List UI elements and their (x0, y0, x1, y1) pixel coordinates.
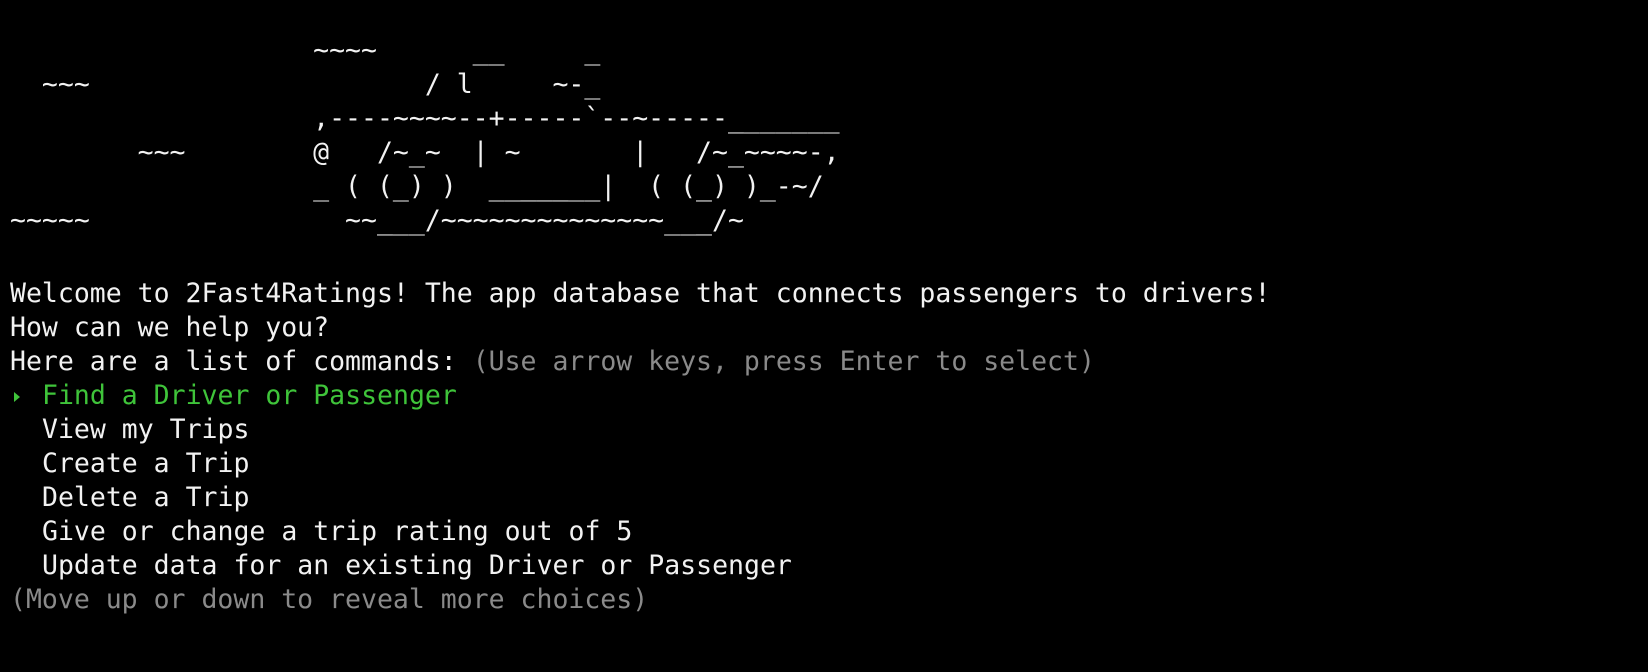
help-prompt: How can we help you? (10, 312, 330, 343)
scroll-hint: (Move up or down to reveal more choices) (10, 584, 649, 615)
ascii-art-line: _ ( (_) ) _______| ( (_) )_-~/ (10, 171, 824, 202)
menu-item-delete-trip[interactable]: Delete a Trip (10, 481, 1640, 515)
menu-item-view-my-trips[interactable]: View my Trips (10, 413, 1640, 447)
menu-item-find-driver-or-passenger[interactable]: Find a Driver or Passenger (10, 379, 1640, 413)
menu-item-label: Create a Trip (42, 448, 250, 479)
commands-prompt: Here are a list of commands: (Use arrow … (10, 345, 1640, 379)
welcome-message: Welcome to 2Fast4Ratings! The app databa… (10, 278, 1271, 309)
ascii-art-line: ~~~~ __ _ (10, 35, 601, 66)
menu-item-label: View my Trips (42, 414, 250, 445)
ascii-art-line: ~~~ @ /~_~ | ~ | /~_~~~~-, (10, 137, 840, 168)
menu-item-update-data[interactable]: Update data for an existing Driver or Pa… (10, 549, 1640, 583)
commands-label: Here are a list of commands: (10, 346, 473, 377)
ascii-art-line: ~~~ / l ~-_ (10, 69, 601, 100)
menu-item-label: Find a Driver or Passenger (42, 380, 457, 411)
pointer-icon (10, 379, 42, 413)
menu-item-label: Give or change a trip rating out of 5 (42, 516, 633, 547)
ascii-art-line: ,----~~~~--+-----`--~-----_______ (10, 103, 840, 134)
menu-item-label: Delete a Trip (42, 482, 250, 513)
menu-item-create-trip[interactable]: Create a Trip (10, 447, 1640, 481)
terminal-window: ~~~~ __ _ ~~~ / l ~-_ ,----~~~~--+-----`… (10, 0, 1640, 672)
menu-item-rate-trip[interactable]: Give or change a trip rating out of 5 (10, 515, 1640, 549)
ascii-art-line (10, 0, 1640, 34)
ascii-art-line: ~~~~~ ~~___/~~~~~~~~~~~~~~___/~ (10, 205, 744, 236)
ascii-art-line (10, 238, 1640, 272)
commands-hint: (Use arrow keys, press Enter to select) (472, 346, 1095, 377)
menu-item-label: Update data for an existing Driver or Pa… (42, 550, 792, 581)
